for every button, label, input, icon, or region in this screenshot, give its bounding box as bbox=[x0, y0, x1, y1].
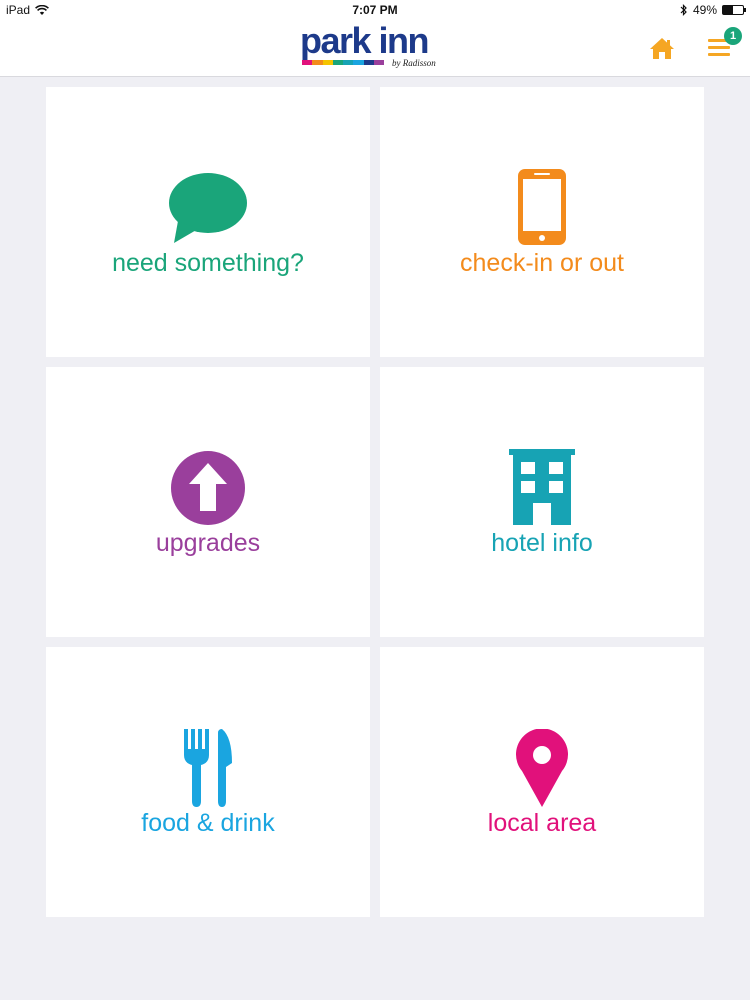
tile-label: check-in or out bbox=[460, 249, 624, 277]
tile-hotel-info[interactable]: hotel info bbox=[380, 367, 704, 637]
status-time: 7:07 PM bbox=[352, 3, 398, 17]
home-button[interactable] bbox=[648, 34, 676, 62]
tile-food-and-drink[interactable]: food & drink bbox=[46, 647, 370, 917]
tile-need-something[interactable]: need something? bbox=[46, 87, 370, 357]
tile-label: food & drink bbox=[141, 809, 275, 837]
arrow-up-circle-icon bbox=[46, 451, 370, 525]
battery-percent: 49% bbox=[692, 3, 717, 17]
status-bar: iPad 7:07 PM 49% bbox=[0, 0, 750, 20]
tile-upgrades[interactable]: upgrades bbox=[46, 367, 370, 637]
fork-knife-icon bbox=[46, 729, 370, 807]
tile-local-area[interactable]: local area bbox=[380, 647, 704, 917]
tile-label: upgrades bbox=[155, 529, 261, 557]
battery-level bbox=[723, 6, 733, 14]
home-icon bbox=[650, 38, 674, 59]
tile-check-in-or-out[interactable]: check-in or out bbox=[380, 87, 704, 357]
tile-label: local area bbox=[487, 809, 597, 837]
notification-badge: 1 bbox=[724, 27, 742, 45]
logo-text: park inn bbox=[300, 20, 430, 61]
app-header: park inn by Radisson 1 bbox=[0, 20, 750, 77]
menu-button[interactable]: 1 bbox=[706, 27, 742, 64]
park-inn-logo: park inn by Radisson bbox=[300, 20, 452, 74]
logo-subtext: by Radisson bbox=[392, 58, 436, 68]
building-icon bbox=[380, 449, 704, 525]
speech-bubble-icon bbox=[46, 171, 370, 243]
map-pin-icon bbox=[380, 729, 704, 807]
logo-color-stripe bbox=[302, 60, 384, 65]
tile-label: hotel info bbox=[491, 529, 593, 557]
mobile-phone-icon bbox=[380, 169, 704, 245]
status-right: 49% bbox=[680, 3, 746, 17]
bluetooth-icon bbox=[680, 4, 687, 16]
tile-label: need something? bbox=[112, 249, 304, 277]
battery-icon bbox=[722, 5, 746, 15]
